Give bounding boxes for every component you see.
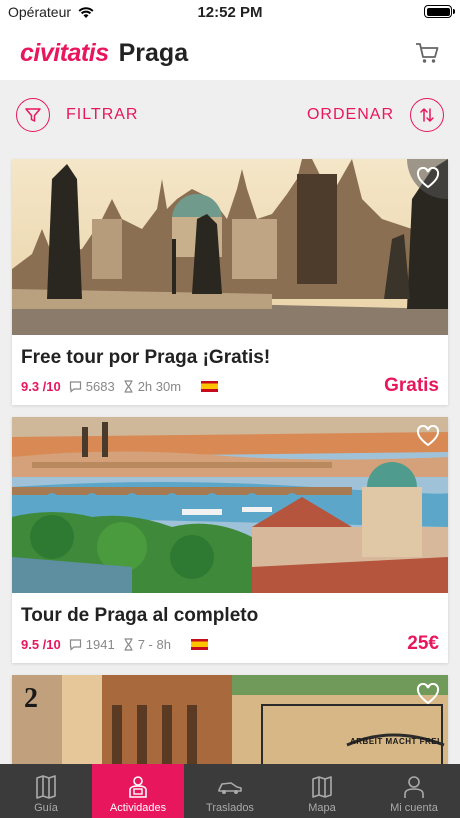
tab-label: Actividades [109, 802, 167, 814]
tab-traslados[interactable]: Traslados [184, 764, 276, 818]
tab-label: Mapa [308, 802, 336, 814]
tab-guia[interactable]: Guía [0, 764, 92, 818]
map-icon [312, 776, 332, 798]
bottom-tab-bar: Guía Actividades Traslados Mapa Mi cuent… [0, 764, 460, 818]
price: Gratis [384, 375, 439, 396]
activity-meta: 9.5 /10 1941 7 - 8h [21, 637, 208, 652]
gate-sign: ARBEIT MACHT FREI [350, 737, 440, 746]
spanish-flag-icon [190, 639, 208, 650]
clock: 12:52 PM [197, 4, 263, 21]
status-bar: Opérateur 12:52 PM [0, 0, 460, 26]
map-book-icon [36, 775, 56, 799]
review-count: 5683 [85, 379, 115, 394]
comment-icon [69, 639, 81, 651]
tab-label: Mi cuenta [390, 802, 438, 814]
favorite-heart-icon[interactable] [416, 683, 440, 705]
activity-image-charles-bridge [12, 159, 448, 335]
tab-label: Traslados [206, 802, 254, 814]
activity-card[interactable]: Free tour por Praga ¡Gratis! 9.3 /10 568… [12, 159, 448, 405]
filter-toolbar: FILTRAR ORDENAR [0, 80, 460, 150]
spanish-flag-icon [201, 381, 219, 392]
gate-number: 2 [24, 683, 38, 714]
favorite-heart-icon[interactable] [416, 167, 440, 189]
filter-label: FILTRAR [66, 106, 139, 123]
favorite-heart-icon[interactable] [416, 425, 440, 447]
duration: 7 - 8h [137, 637, 171, 652]
hourglass-icon [124, 380, 133, 393]
order-button[interactable]: ORDENAR [307, 98, 444, 132]
activity-image-gate: 2 ARBEIT MACHT FREI [12, 675, 448, 764]
rating: 9.5 /10 [21, 637, 61, 652]
account-icon [404, 776, 424, 798]
filter-button[interactable]: FILTRAR [16, 98, 138, 132]
tab-actividades[interactable]: Actividades [92, 764, 184, 818]
tab-mi-cuenta[interactable]: Mi cuenta [368, 764, 460, 818]
brand-logo[interactable]: civitatis [20, 39, 109, 68]
battery-icon [424, 5, 455, 18]
car-icon [218, 782, 242, 794]
activity-title[interactable]: Free tour por Praga ¡Gratis! [21, 347, 439, 369]
review-count: 1941 [85, 637, 115, 652]
hourglass-icon [124, 638, 133, 651]
tab-label: Guía [34, 802, 58, 814]
comment-icon [69, 381, 81, 393]
price: 25€ [407, 633, 439, 654]
activity-image-prague-panorama [12, 417, 448, 593]
rating: 9.3 /10 [21, 379, 61, 394]
page-title: Praga [118, 38, 189, 67]
tab-mapa[interactable]: Mapa [276, 764, 368, 818]
activity-card[interactable]: Tour de Praga al completo 9.5 /10 1941 7… [12, 417, 448, 663]
activity-card[interactable]: 2 ARBEIT MACHT FREI [12, 675, 448, 764]
duration: 2h 30m [137, 379, 182, 394]
cart-icon[interactable] [414, 40, 440, 66]
person-icon [129, 776, 147, 798]
sort-icon [410, 98, 444, 132]
activity-meta: 9.3 /10 5683 2h 30m [21, 379, 219, 394]
order-label: ORDENAR [306, 106, 394, 123]
app-header: civitatis Praga [0, 26, 460, 80]
filter-icon [16, 98, 50, 132]
activity-title[interactable]: Tour de Praga al completo [21, 605, 439, 627]
